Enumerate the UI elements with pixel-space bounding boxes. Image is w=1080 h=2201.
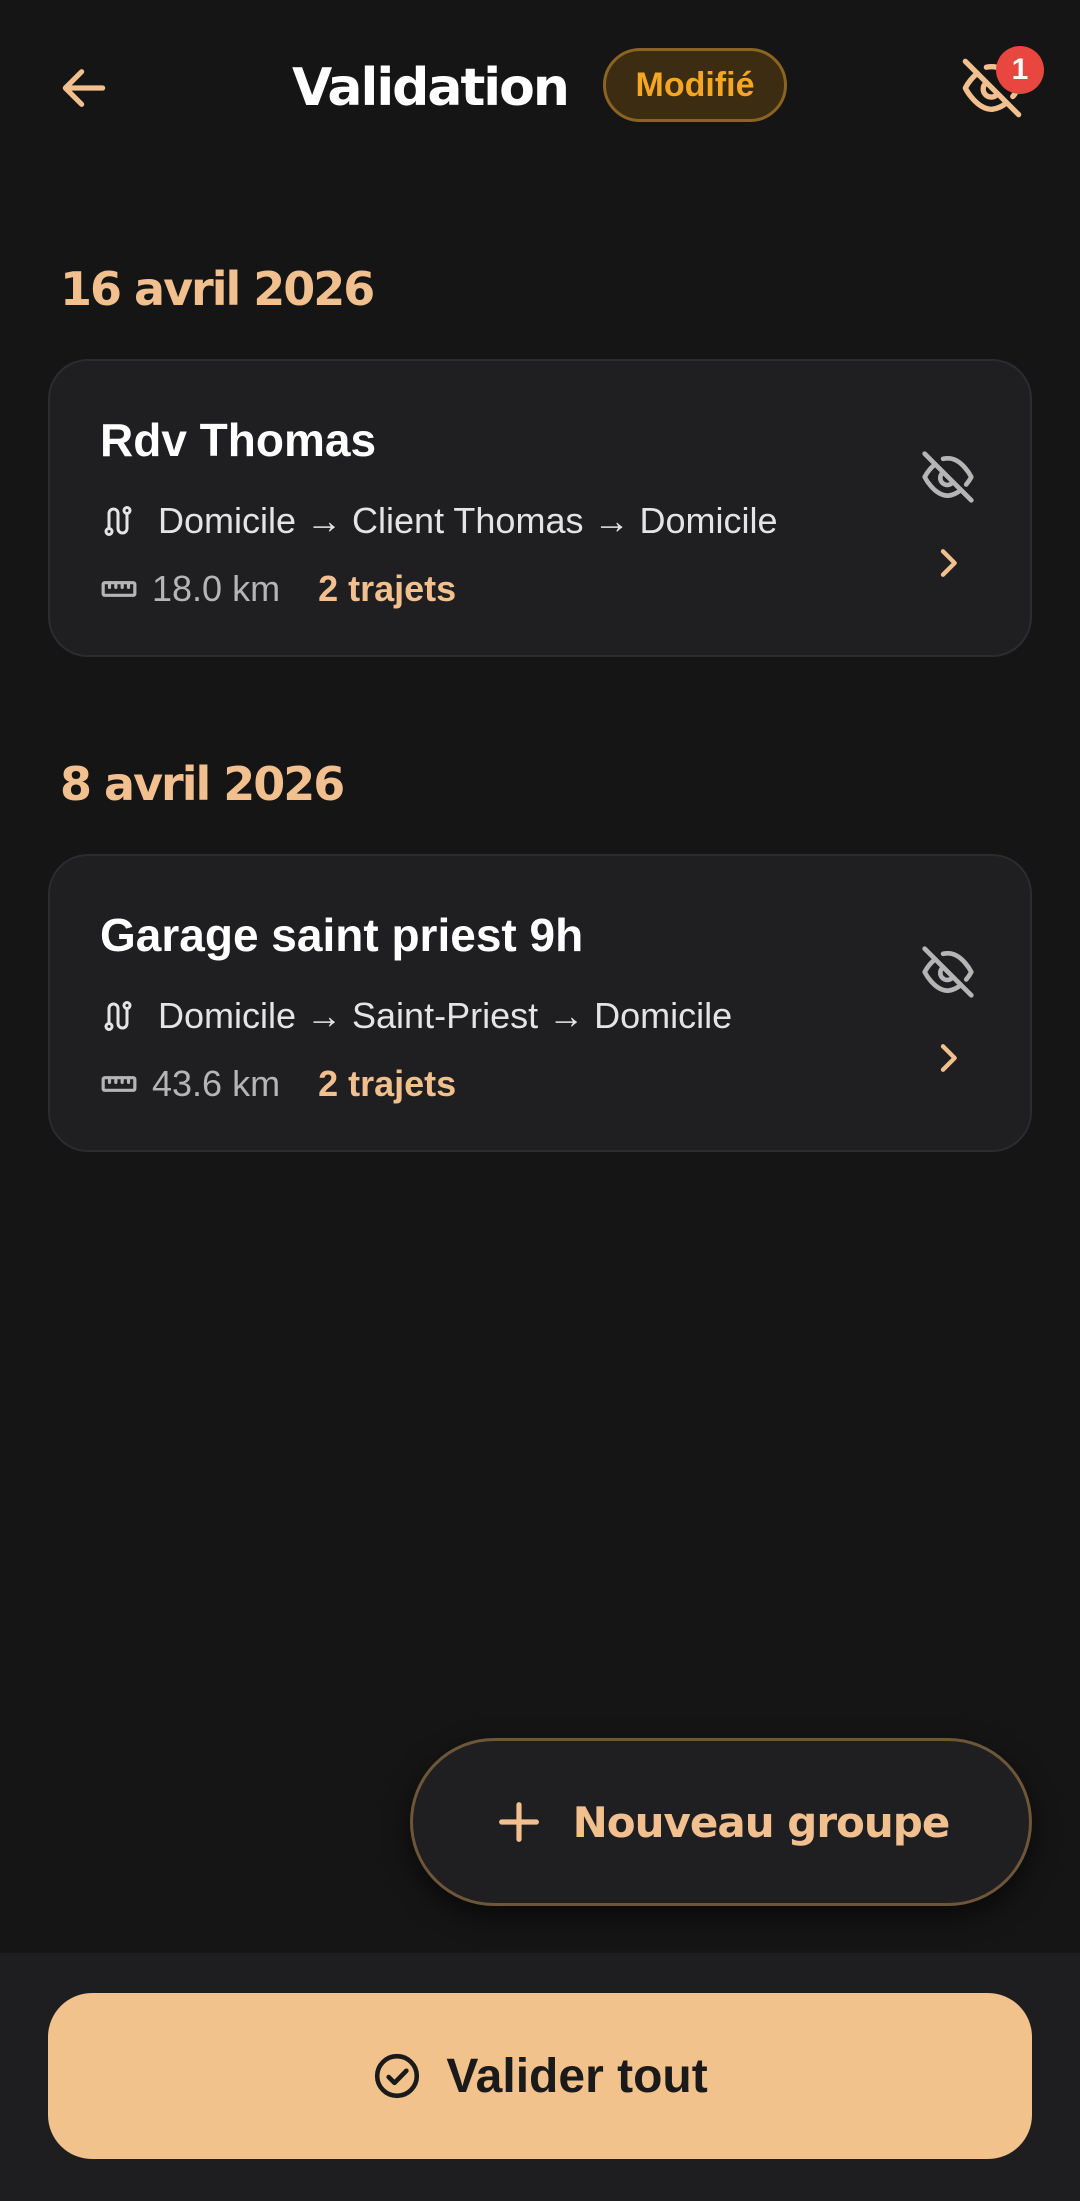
eye-off-icon <box>922 451 974 503</box>
plus-icon <box>498 1802 539 1842</box>
check-circle-icon <box>375 2053 420 2099</box>
hide-group-button[interactable] <box>916 940 980 1004</box>
new-group-label: Nouveau groupe <box>572 1797 951 1847</box>
route-icon <box>104 506 132 536</box>
route-row: Domicile → Client Thomas → Domicile <box>100 497 778 545</box>
ruler-icon <box>101 1076 137 1092</box>
back-arrow-icon <box>62 69 106 107</box>
meta-row: 18.0 km 2 trajets <box>100 565 456 613</box>
back-button[interactable] <box>48 52 120 124</box>
new-group-button[interactable]: Nouveau groupe <box>410 1738 1032 1906</box>
status-badge: Modifié <box>603 48 787 122</box>
chevron-right-icon <box>940 549 957 577</box>
hide-group-button[interactable] <box>916 445 980 509</box>
page-title: Validation <box>292 58 570 118</box>
bottom-action-bar: Valider tout <box>0 1953 1080 2201</box>
meta-row: 43.6 km 2 trajets <box>100 1060 456 1108</box>
route-text: Domicile → Client Thomas → Domicile <box>158 500 778 541</box>
validate-all-label: Valider tout <box>446 2049 708 2103</box>
chevron-right-icon <box>940 1044 957 1072</box>
date-heading: 8 avril 2026 <box>60 757 345 811</box>
group-title: Rdv Thomas <box>100 414 377 466</box>
route-text: Domicile → Saint-Priest → Domicile <box>158 995 733 1036</box>
group-title: Garage saint priest 9h <box>100 909 584 961</box>
ruler-icon <box>101 581 137 597</box>
open-group-button[interactable] <box>918 533 978 593</box>
distance-value: 43.6 km <box>152 1063 281 1104</box>
distance-value: 18.0 km <box>152 568 281 609</box>
trips-count: 2 trajets <box>318 568 457 609</box>
date-heading: 16 avril 2026 <box>60 262 375 316</box>
group-card[interactable]: Rdv Thomas Domicile → Client Thomas → Do… <box>48 359 1032 657</box>
route-row: Domicile → Saint-Priest → Domicile <box>100 992 732 1040</box>
eye-off-icon <box>922 946 974 998</box>
validate-all-button[interactable]: Valider tout <box>48 1993 1032 2159</box>
group-card[interactable]: Garage saint priest 9h Domicile → Saint-… <box>48 854 1032 1152</box>
trips-count: 2 trajets <box>318 1063 457 1104</box>
notification-badge: 1 <box>996 46 1044 94</box>
top-app-bar: Validation Modifié 1 <box>0 0 1080 175</box>
route-icon <box>104 1001 132 1031</box>
open-group-button[interactable] <box>918 1028 978 1088</box>
